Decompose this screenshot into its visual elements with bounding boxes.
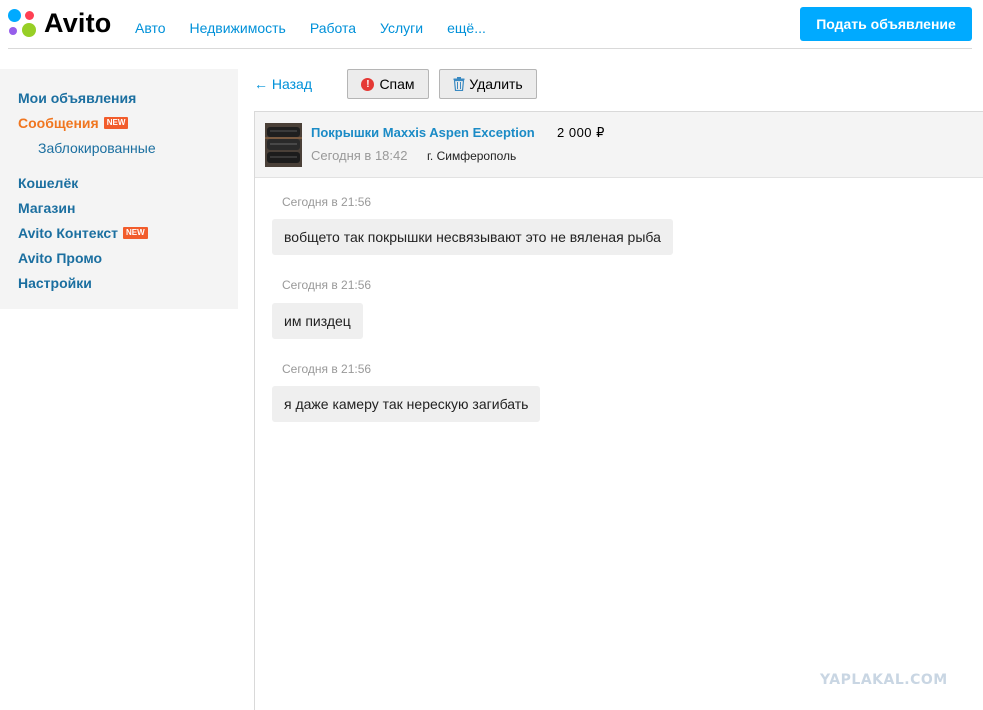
sidebar-item-label: Сообщения — [18, 114, 99, 131]
trash-icon — [453, 77, 465, 91]
header-divider — [8, 48, 972, 49]
item-title-link[interactable]: Покрышки Maxxis Aspen Exception — [311, 125, 535, 140]
sidebar-item-wallet[interactable]: Кошелёк — [0, 170, 238, 195]
alert-icon: ! — [361, 77, 375, 91]
delete-label: Удалить — [469, 76, 523, 92]
message-bubble: я даже камеру так нерескую загибать — [272, 386, 541, 422]
sidebar-item-promo[interactable]: Avito Промо — [0, 245, 238, 270]
nav-more[interactable]: ещё... — [447, 20, 486, 36]
site-header: Avito Авто Недвижимость Работа Услуги ещ… — [0, 0, 983, 49]
nav-realty[interactable]: Недвижимость — [190, 20, 286, 36]
sidebar: Мои объявления Сообщения NEW Заблокирова… — [0, 69, 238, 309]
sidebar-item-my-ads[interactable]: Мои объявления — [0, 85, 238, 110]
top-nav: Авто Недвижимость Работа Услуги ещё... — [135, 20, 510, 36]
new-badge: NEW — [103, 116, 129, 129]
nav-jobs[interactable]: Работа — [310, 20, 356, 36]
message-time: Сегодня в 21:56 — [282, 195, 372, 209]
sidebar-item-label: Мои объявления — [18, 89, 137, 106]
item-city: г. Симферополь — [427, 149, 517, 163]
logo-dots-icon — [8, 8, 40, 38]
sidebar-item-shop[interactable]: Магазин — [0, 195, 238, 220]
sidebar-item-label: Avito Контекст — [18, 224, 119, 241]
item-price: 2 000 ₽ — [557, 125, 605, 140]
message-bubble: им пиздец — [272, 303, 363, 339]
chat-panel: Покрышки Maxxis Aspen Exception 2 000 ₽ … — [254, 111, 983, 710]
message-bubble: вобщето так покрышки несвязывают это не … — [272, 219, 673, 255]
sidebar-item-settings[interactable]: Настройки — [0, 270, 238, 295]
item-thumbnail[interactable] — [265, 123, 302, 167]
delete-button[interactable]: Удалить — [439, 69, 537, 99]
sidebar-item-context[interactable]: Avito Контекст NEW — [0, 220, 238, 245]
nav-auto[interactable]: Авто — [135, 20, 166, 36]
sidebar-item-label: Магазин — [18, 199, 76, 216]
item-header: Покрышки Maxxis Aspen Exception 2 000 ₽ … — [255, 112, 983, 178]
watermark: YAPLAKAL.COM — [820, 672, 948, 688]
spam-label: Спам — [379, 76, 415, 92]
new-badge: NEW — [123, 226, 148, 239]
sidebar-item-label: Avito Промо — [18, 249, 103, 266]
sidebar-item-label: Кошелёк — [18, 174, 79, 191]
post-ad-button[interactable]: Подать объявление — [800, 7, 972, 41]
avito-logo[interactable]: Avito — [8, 8, 118, 38]
sidebar-item-messages[interactable]: Сообщения NEW — [0, 110, 238, 135]
logo-text: Avito — [44, 8, 112, 38]
message-time: Сегодня в 21:56 — [282, 362, 372, 376]
spam-button[interactable]: ! Спам — [347, 69, 429, 99]
back-link[interactable]: ← Назад — [254, 76, 312, 92]
sidebar-item-label: Настройки — [18, 274, 92, 291]
nav-services[interactable]: Услуги — [380, 20, 423, 36]
message-time: Сегодня в 21:56 — [282, 278, 372, 292]
sidebar-item-blocked[interactable]: Заблокированные — [0, 135, 238, 160]
item-posted-time: Сегодня в 18:42 — [311, 148, 408, 163]
sidebar-item-label: Заблокированные — [38, 139, 156, 156]
